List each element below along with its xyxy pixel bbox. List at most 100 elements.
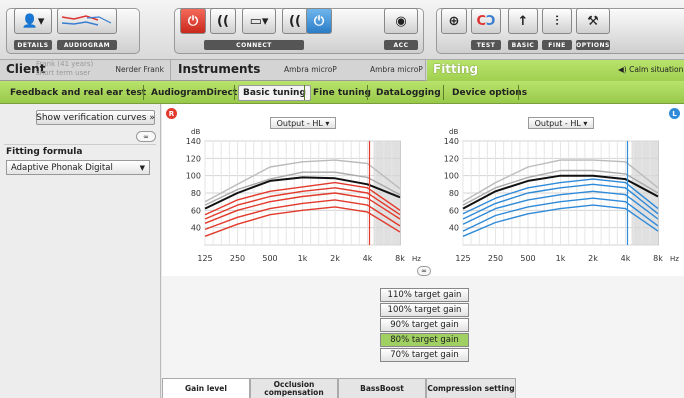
fitting-title: Fitting: [433, 62, 479, 76]
x-tick-label: 2k: [588, 254, 598, 263]
y-tick-label: 140: [444, 137, 459, 146]
acc-label: ACC: [384, 40, 418, 50]
fitting-formula-heading: Fitting formula: [6, 147, 83, 157]
tab-separator: [143, 85, 144, 100]
slider-icon: ↑: [517, 13, 529, 29]
x-tick-label: 2k: [330, 254, 340, 263]
x-tick-label: 125: [455, 254, 470, 263]
tab-feedback-real-ear[interactable]: Feedback and real ear test: [6, 85, 150, 101]
fitting-formula-select[interactable]: Adaptive Phonak Digital ▼: [6, 160, 150, 175]
instrument-left-name: Ambra microP: [370, 65, 423, 74]
x-tick-label: 4k: [621, 254, 631, 263]
y-tick-label: 80: [449, 189, 459, 198]
x-tick-label: 500: [520, 254, 535, 263]
power-icon: ⏻: [313, 13, 325, 29]
x-tick-label: 1k: [556, 254, 566, 263]
details-label: DETAILS: [14, 40, 52, 50]
section-header-row: Client Frank (41 years) short term user …: [0, 60, 684, 81]
y-tick-label: 60: [191, 206, 201, 215]
x-tick-label: 8k: [395, 254, 405, 263]
target-gain-110[interactable]: 110% target gain: [380, 288, 469, 302]
accessories-button[interactable]: ◉: [384, 8, 418, 34]
x-axis-unit: Hz: [670, 255, 679, 263]
link-icon[interactable]: ∞: [136, 131, 156, 142]
right-ear-disconnect-button[interactable]: ⏻: [180, 8, 206, 34]
target-gain-70[interactable]: 70% target gain: [380, 348, 469, 362]
y-tick-label: 100: [186, 172, 201, 181]
y-tick-label: 40: [191, 224, 201, 233]
connect-label: CONNECT: [204, 40, 304, 50]
speaker-icon: ◀): [618, 65, 627, 74]
y-tick-label: 140: [186, 137, 201, 146]
left-hearing-aid-button[interactable]: ((: [282, 8, 308, 34]
x-tick-label: 500: [262, 254, 277, 263]
show-verification-curves-button[interactable]: Show verification curves »: [36, 110, 155, 125]
basic-label: BASIC: [508, 40, 538, 50]
client-section-tab[interactable]: Client Frank (41 years) short term user …: [0, 60, 171, 81]
client-name-overlay: Frank (41 years): [36, 60, 94, 68]
instrument-right-name: Ambra microP: [284, 65, 337, 74]
y-tick-label: 100: [444, 172, 459, 181]
client-name: Nerder Frank: [115, 65, 164, 74]
program-name: Calm situation: [629, 65, 684, 74]
target-gain-80[interactable]: 80% target gain: [380, 333, 469, 347]
tab-separator: [234, 85, 235, 100]
test-label: TEST: [471, 40, 501, 50]
x-tick-label: 125: [197, 254, 212, 263]
y-tick-label: 120: [444, 154, 459, 163]
fine-label: FINE: [542, 40, 572, 50]
x-tick-label: 8k: [653, 254, 663, 263]
y-tick-label: 80: [191, 189, 201, 198]
fine-button[interactable]: ⫶: [542, 8, 572, 34]
right-hearing-aid-button[interactable]: ((: [210, 8, 236, 34]
tools-icon: ⚒: [587, 13, 599, 29]
tab-datalogging[interactable]: DataLogging: [372, 85, 445, 101]
remote-icon: ◉: [395, 13, 407, 29]
tab-occlusion-compensation[interactable]: Occlusion compensation: [250, 378, 338, 398]
tab-compression-setting[interactable]: Compression setting: [426, 378, 516, 398]
test-button[interactable]: CↃ: [471, 8, 501, 34]
tab-separator: [367, 85, 368, 100]
ears-icon: CↃ: [476, 13, 496, 29]
x-tick-label: 250: [488, 254, 503, 263]
tab-bassboost[interactable]: BassBoost: [338, 378, 426, 398]
x-tick-label: 250: [230, 254, 245, 263]
sliders-icon: ⫶: [555, 13, 559, 29]
tab-separator: [518, 85, 519, 100]
tab-fine-tuning[interactable]: Fine tuning: [309, 85, 375, 101]
options-button[interactable]: ⚒: [576, 8, 610, 34]
audiogram-icon: [61, 15, 112, 26]
hearing-aid-icon: ((: [289, 13, 301, 29]
left-ear-disconnect-button[interactable]: ⏻: [306, 8, 332, 34]
connect-device-button[interactable]: ▭▾: [242, 8, 276, 34]
y-tick-label: 40: [449, 224, 459, 233]
target-gain-100[interactable]: 100% target gain: [380, 303, 469, 317]
tab-separator: [304, 85, 305, 100]
power-icon: ⏻: [187, 13, 199, 29]
target-gain-90[interactable]: 90% target gain: [380, 318, 469, 332]
fitting-subnav: Feedback and real ear test AudiogramDire…: [0, 81, 684, 104]
x-tick-label: 1k: [298, 254, 308, 263]
instruments-title: Instruments: [178, 62, 261, 76]
device-icon: ▭▾: [249, 13, 269, 29]
audiogram-label: AUDIOGRAM: [57, 40, 117, 50]
tab-separator: [443, 85, 444, 100]
details-button[interactable]: 👤▾: [14, 8, 52, 34]
y-axis-unit: dB: [449, 128, 458, 136]
left-panel: Show verification curves » ∞ Fitting for…: [0, 104, 161, 398]
client-sub-overlay: short term user: [36, 69, 91, 77]
program-indicator[interactable]: ◀) Calm situation: [618, 65, 683, 74]
tab-audiogramdirect[interactable]: AudiogramDirect: [147, 85, 241, 101]
basic-button[interactable]: ↑: [508, 8, 538, 34]
target-button[interactable]: ⊕: [441, 8, 467, 34]
link-ears-icon[interactable]: ∞: [417, 266, 431, 276]
crosshair-icon: ⊕: [448, 13, 460, 29]
main-toolbar: 👤▾ DETAILS AUDIOGRAM ⏻ (( ▭▾ (( ⏻ CONNEC…: [0, 0, 684, 60]
tab-basic-tuning[interactable]: Basic tuning: [238, 85, 311, 101]
fitting-section-tab[interactable]: Fitting ◀) Calm situation: [427, 60, 684, 81]
x-axis-unit: Hz: [412, 255, 421, 263]
instruments-section-tab[interactable]: Instruments Ambra microP Ambra microP: [172, 60, 426, 81]
tab-gain-level[interactable]: Gain level: [162, 378, 250, 398]
y-tick-label: 60: [449, 206, 459, 215]
audiogram-button[interactable]: [57, 8, 117, 34]
